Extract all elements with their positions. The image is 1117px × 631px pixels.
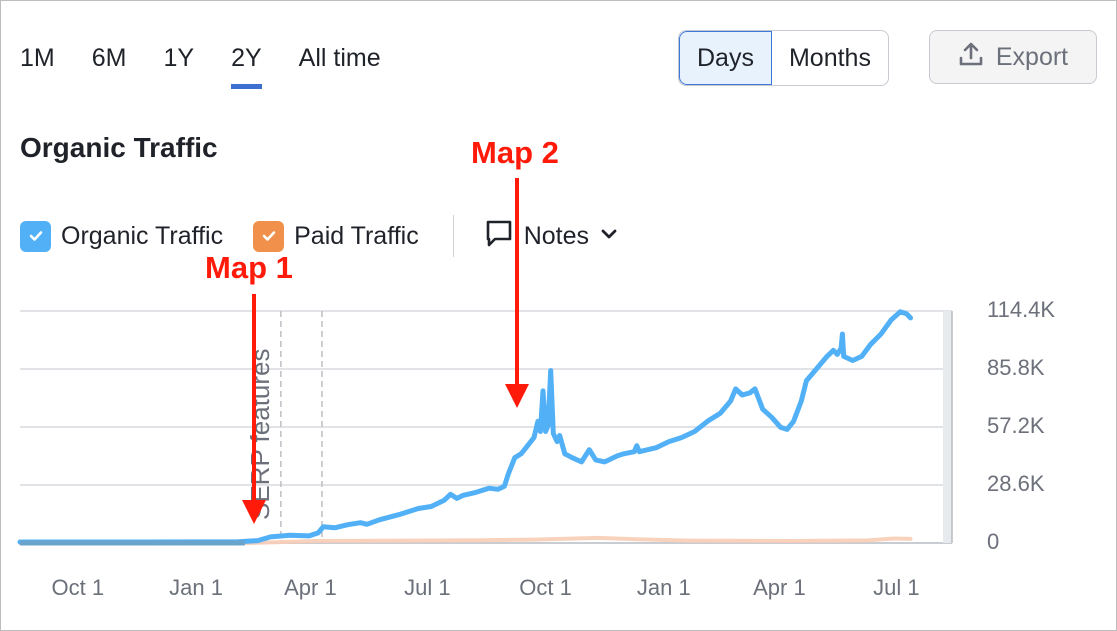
x-tick-label: Jul 1 — [404, 575, 451, 600]
map-2-arrow-head — [505, 384, 529, 408]
x-tick-label: Oct 1 — [519, 575, 572, 600]
serp-features-label: SERP features — [245, 348, 275, 520]
x-tick-label: Apr 1 — [284, 575, 337, 600]
current-period-band — [943, 311, 952, 543]
y-tick-label: 114.4K — [987, 297, 1056, 322]
y-tick-label: 0 — [987, 529, 1000, 554]
traffic-chart: SERP features — [17, 178, 953, 546]
y-tick-label: 85.8K — [987, 355, 1045, 380]
y-tick-label: 28.6K — [987, 471, 1045, 496]
x-tick-label: Jan 1 — [169, 575, 223, 600]
x-tick-label: Apr 1 — [753, 575, 806, 600]
map-2-annotation: Map 2 — [471, 135, 559, 170]
x-tick-label: Jan 1 — [636, 575, 691, 600]
x-tick-label: Jul 1 — [873, 575, 920, 600]
x-tick-label: Oct 1 — [51, 575, 105, 600]
y-tick-label: 57.2K — [987, 413, 1045, 438]
map-1-annotation: Map 1 — [205, 250, 293, 285]
